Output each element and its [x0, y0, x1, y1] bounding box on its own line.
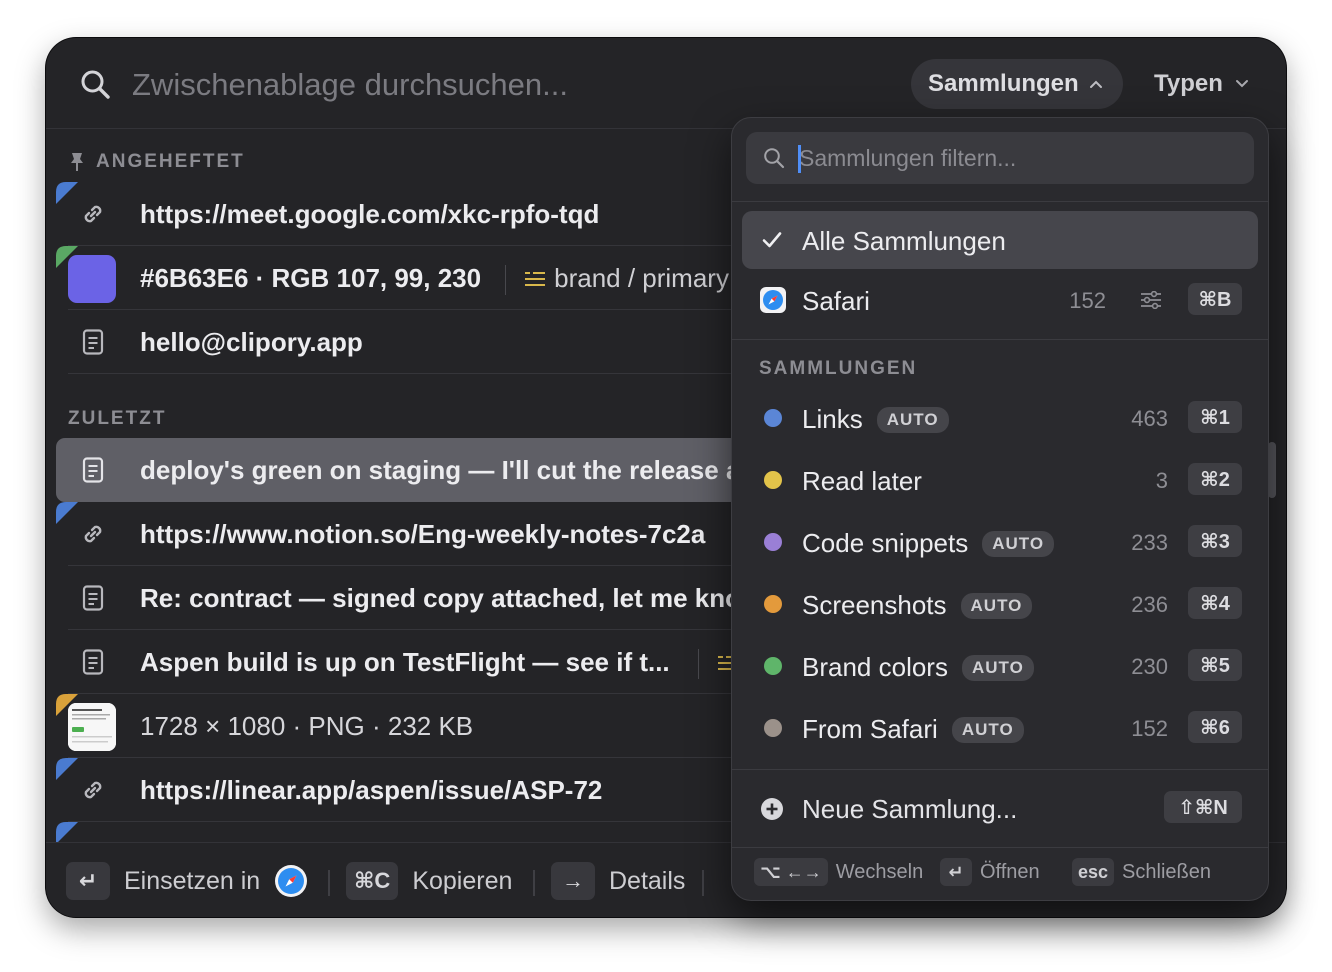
collection-color-dot [764, 471, 782, 489]
link-icon [84, 525, 102, 543]
text-caret [798, 145, 801, 173]
item-text: Re: contract — signed copy attached, let… [140, 583, 742, 613]
collection-color-dot [764, 719, 782, 737]
search-bar: Sammlungen Typen [46, 38, 1286, 129]
collection-color-dot [764, 657, 782, 675]
item-text: hello@clipory.app [140, 327, 363, 357]
collection-item-links[interactable]: Links AUTO 463 ⌘1 [742, 389, 1258, 447]
option-safari[interactable]: Safari 152 ⌘B [742, 271, 1258, 329]
hint-switch: ⌥ ←→ Wechseln [754, 858, 923, 886]
link-marker-corner [56, 502, 78, 524]
pinned-heading: ANGEHEFTET [68, 151, 245, 173]
plus-circle-icon [761, 798, 783, 820]
arrow-right-key: → [551, 862, 595, 900]
dropdown-hint-bar: ⌥ ←→ Wechseln ↵ Öffnen esc Schließen [732, 848, 1268, 900]
collections-dropdown-button[interactable]: Sammlungen [911, 59, 1123, 109]
collection-item-screenshots[interactable]: Screenshots AUTO 236 ⌘4 [742, 575, 1258, 633]
shortcut-key: ⌘B [1188, 283, 1242, 315]
link-marker-corner [56, 182, 78, 204]
shortcut-key: ⌘4 [1188, 587, 1242, 619]
collection-color-dot [764, 533, 782, 551]
link-marker-corner [56, 758, 78, 780]
collection-item-code-snippets[interactable]: Code snippets AUTO 233 ⌘3 [742, 513, 1258, 571]
option-arrows-key: ⌥ ←→ [754, 858, 828, 886]
item-text: https://linear.app/aspen/issue/ASP-72 [140, 775, 603, 805]
scrollbar-thumb[interactable] [1268, 442, 1276, 498]
copy-shortcut-key: ⌘C [346, 862, 399, 900]
item-text: #6B63E6 · RGB 107, 99, 230 [140, 263, 482, 293]
item-text: 1728 × 1080 · PNG · 232 KB [140, 711, 474, 741]
types-label: Typen [1154, 70, 1223, 97]
paste-action[interactable]: ↵ Einsetzen in [66, 862, 308, 900]
search-icon [764, 148, 785, 169]
link-icon [84, 781, 102, 799]
types-dropdown-button[interactable]: Typen [1136, 59, 1267, 109]
safari-icon [760, 287, 786, 313]
safari-icon [275, 865, 308, 897]
auto-badge: AUTO [951, 716, 1024, 743]
shortcut-key: ⌘6 [1188, 711, 1242, 743]
option-all-collections[interactable]: Alle Sammlungen [742, 211, 1258, 269]
collection-item-from-safari[interactable]: From Safari AUTO 152 ⌘6 [742, 699, 1258, 757]
document-icon [82, 329, 104, 355]
image-thumbnail [68, 703, 116, 751]
copy-action[interactable]: ⌘C Kopieren [346, 862, 512, 900]
recent-heading: ZULETZT [68, 408, 167, 429]
search-input[interactable] [132, 62, 772, 108]
link-icon [84, 205, 102, 223]
item-text: https://meet.google.com/xkc-rpfo-tqd [140, 199, 600, 229]
shortcut-key: ⌘5 [1188, 649, 1242, 681]
collections-label: Sammlungen [928, 70, 1079, 97]
collection-item-brand-colors[interactable]: Brand colors AUTO 230 ⌘5 [742, 637, 1258, 695]
return-key: ↵ [66, 862, 110, 900]
pin-icon [71, 153, 83, 171]
shortcut-key: ⌘3 [1188, 525, 1242, 557]
search-icon [81, 70, 110, 99]
list-icon [525, 272, 546, 286]
shortcut-key: ⇧⌘N [1164, 791, 1242, 823]
document-icon [82, 457, 104, 483]
collection-color-dot [764, 595, 782, 613]
hint-close: esc Schließen [1072, 858, 1211, 886]
document-icon [82, 649, 104, 675]
auto-badge: AUTO [982, 530, 1055, 557]
shortcut-key: ⌘1 [1188, 401, 1242, 433]
item-text: Aspen build is up on TestFlight — see if… [140, 647, 670, 677]
hint-open: ↵ Öffnen [940, 858, 1040, 886]
item-text: deploy's green on staging — I'll cut the… [140, 455, 741, 485]
details-action[interactable]: → Details [551, 862, 685, 900]
shortcut-key: ⌘2 [1188, 463, 1242, 495]
checkmark-icon [762, 232, 782, 248]
auto-badge: AUTO [961, 654, 1034, 681]
chevron-up-icon [1089, 80, 1102, 88]
link-marker-corner [56, 822, 78, 842]
auto-badge: AUTO [960, 592, 1033, 619]
collections-filter[interactable] [746, 132, 1254, 184]
esc-key: esc [1072, 858, 1115, 886]
collection-color-dot [764, 409, 782, 427]
collection-item-read-later[interactable]: Read later 3 ⌘2 [742, 451, 1258, 509]
auto-badge: AUTO [876, 406, 949, 433]
sliders-icon[interactable] [1140, 291, 1162, 309]
collections-section-heading: SAMMLUNGEN [759, 358, 918, 379]
chevron-down-icon [1235, 80, 1248, 88]
document-icon [82, 585, 104, 611]
item-text: https://www.notion.so/Eng-weekly-notes-7… [140, 519, 706, 549]
collections-filter-input[interactable] [799, 140, 1239, 176]
collection-tag: brand / primary [524, 263, 729, 293]
return-key: ↵ [940, 858, 972, 886]
color-swatch [68, 255, 116, 303]
new-collection-button[interactable]: Neue Sammlung... ⇧⌘N [742, 779, 1258, 837]
collections-dropdown: Alle Sammlungen Safari 152 ⌘B SAMMLUNGEN… [731, 117, 1269, 901]
